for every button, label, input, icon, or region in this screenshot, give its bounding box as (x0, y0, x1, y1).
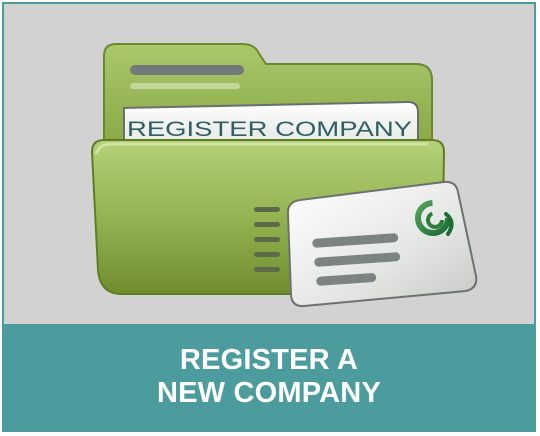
tile-label[interactable]: REGISTER A NEW COMPANY (4, 324, 534, 430)
handle-mark-2 (254, 222, 280, 227)
handle-mark-1 (254, 207, 280, 212)
folder-document-icon: REGISTER COMPANY (90, 43, 478, 308)
handle-mark-3 (254, 237, 280, 242)
tile-label-line-1: REGISTER A (179, 344, 359, 376)
tab-slot-2 (130, 83, 240, 89)
tile-label-line-2: NEW COMPANY (157, 377, 381, 409)
register-company-tile[interactable]: REGISTER COMPANY REGISTER A NEW COMPANY (2, 2, 536, 432)
handle-mark-4 (254, 252, 280, 257)
paper-text: REGISTER COMPANY (127, 118, 412, 141)
tab-slot-1 (130, 65, 244, 75)
icon-panel: REGISTER COMPANY (4, 4, 534, 324)
handle-mark-5 (254, 267, 280, 272)
